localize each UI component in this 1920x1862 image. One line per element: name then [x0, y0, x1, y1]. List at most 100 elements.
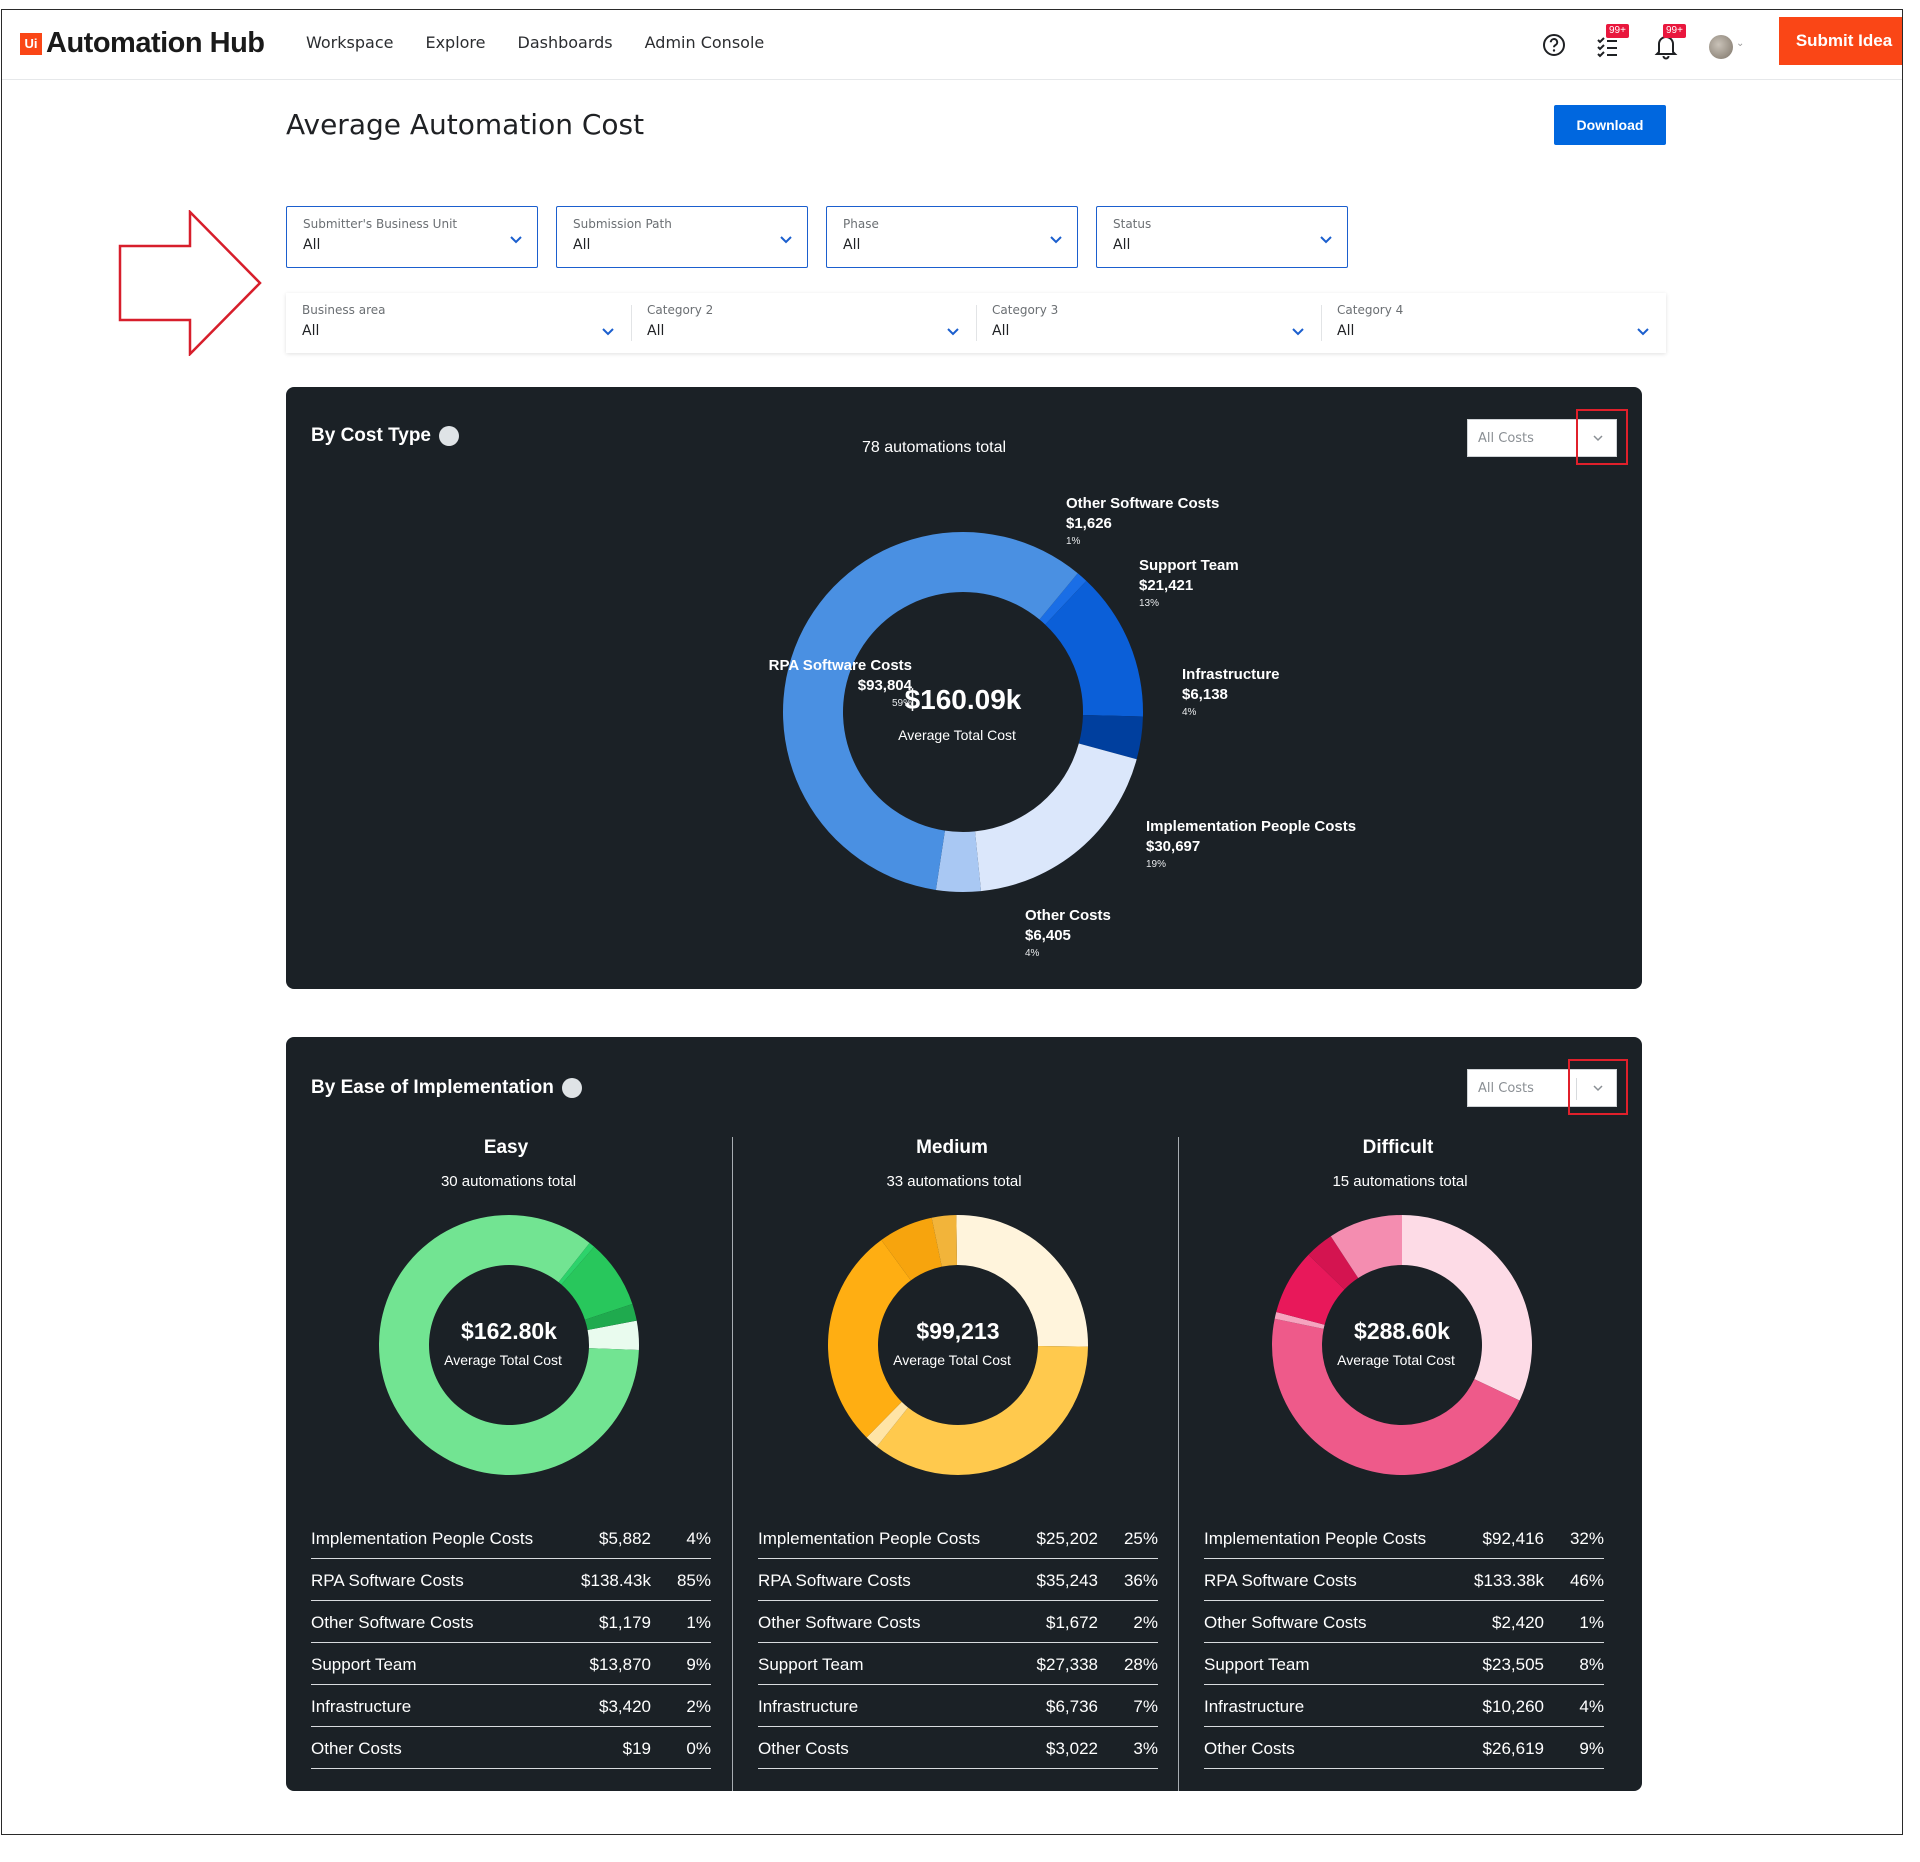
- bell-icon[interactable]: 99+: [1649, 24, 1686, 62]
- filter-status[interactable]: Status All: [1096, 206, 1348, 268]
- filter-label: Business area: [302, 303, 386, 317]
- cost-value: $5,882: [599, 1529, 651, 1548]
- app-window: Ui Automation Hub Workspace Explore Dash…: [1, 9, 1903, 1835]
- automations-total: 78 automations total: [861, 439, 1007, 456]
- cost-name: Implementation People Costs: [1204, 1529, 1427, 1548]
- table-row: Implementation People Costs $5,882 4%: [311, 1517, 711, 1559]
- cost-percent: 25%: [1123, 1529, 1158, 1548]
- cost-percent: 8%: [1579, 1655, 1604, 1674]
- cost-value: $10,260: [1482, 1697, 1544, 1716]
- cost-percent: 85%: [676, 1571, 711, 1590]
- chevron-down-icon: [1050, 236, 1062, 244]
- slice-label-name: RPA Software Costs: [768, 657, 912, 674]
- cost-name: RPA Software Costs: [1204, 1571, 1357, 1590]
- cost-name: Other Software Costs: [1204, 1613, 1367, 1632]
- nav-workspace[interactable]: Workspace: [306, 33, 393, 52]
- column-title: Easy: [483, 1137, 529, 1158]
- avatar[interactable]: [1709, 35, 1733, 59]
- cost-name: Infrastructure: [758, 1697, 859, 1716]
- chevron-down-icon: [1637, 328, 1649, 336]
- nav-explore[interactable]: Explore: [425, 33, 485, 52]
- table-row: RPA Software Costs $133.38k 46%: [1204, 1559, 1604, 1601]
- slice-label-value: $30,697: [1146, 838, 1201, 855]
- cost-value: $2,420: [1492, 1613, 1544, 1632]
- chevron-down-icon: [1292, 328, 1304, 336]
- cost-name: Implementation People Costs: [311, 1529, 534, 1548]
- donut-center-value: $162.80k: [461, 1318, 557, 1344]
- table-row: Implementation People Costs $92,416 32%: [1204, 1517, 1604, 1559]
- slice-label-percent: 13%: [1139, 598, 1160, 609]
- cost-value: $92,416: [1482, 1529, 1544, 1548]
- cost-percent: 1%: [686, 1613, 711, 1632]
- slice-label-value: $6,138: [1182, 686, 1228, 703]
- download-button[interactable]: Download: [1554, 105, 1666, 145]
- filter-business-area[interactable]: Business area All: [286, 293, 631, 353]
- automations-total: 30 automations total: [440, 1173, 577, 1190]
- cost-percent: 0%: [686, 1739, 711, 1758]
- slice-label: RPA Software Costs $93,804 59%: [712, 657, 912, 709]
- easy-donut-chart: $162.80k Average Total Cost: [378, 1215, 639, 1475]
- filter-label: Submission Path: [573, 217, 672, 231]
- filter-category-4[interactable]: Category 4 All: [1321, 293, 1666, 353]
- donut-svg: $99,213 Average Total Cost: [828, 1215, 1088, 1475]
- annotation-arrow-icon: [118, 210, 262, 356]
- table-row: Support Team $23,505 8%: [1204, 1643, 1604, 1685]
- cost-name: Other Costs: [758, 1739, 849, 1758]
- tasks-badge: 99+: [1606, 24, 1629, 38]
- donut-center-caption: Average Total Cost: [893, 1352, 1011, 1368]
- table-row: Other Costs $3,022 3%: [758, 1727, 1158, 1769]
- ease-column-medium: Medium 33 automations total $99,213 Avera…: [732, 1037, 1178, 1791]
- cost-value: $133.38k: [1474, 1571, 1544, 1590]
- cost-name: Support Team: [311, 1655, 417, 1674]
- slice-label: Other Costs $6,405 4%: [1025, 907, 1111, 959]
- automations-total: 15 automations total: [1332, 1173, 1468, 1190]
- table-row: Infrastructure $3,420 2%: [311, 1685, 711, 1727]
- cost-name: RPA Software Costs: [758, 1571, 911, 1590]
- ease-column-difficult: Difficult 15 automations total $288.60k A…: [1178, 1037, 1624, 1791]
- donut-slice-implementation-people-costs[interactable]: [1402, 1215, 1532, 1401]
- ease-column-easy: Easy 30 automations total $162.80k Averag…: [286, 1037, 732, 1791]
- slice-label-percent: 1%: [1066, 536, 1081, 547]
- nav-admin-console[interactable]: Admin Console: [645, 33, 765, 52]
- task-list-icon[interactable]: 99+: [1592, 24, 1629, 62]
- filter-value: All: [647, 323, 665, 339]
- submit-idea-button[interactable]: Submit Idea: [1779, 17, 1902, 65]
- difficult-donut-chart: $288.60k Average Total Cost: [1272, 1215, 1532, 1475]
- donut-center-value: $160.09k: [905, 684, 1022, 715]
- filter-value: All: [992, 323, 1010, 339]
- filter-label: Status: [1113, 217, 1152, 231]
- difficult-cost-table: Implementation People Costs $92,416 32% RPA…: [1204, 1517, 1604, 1769]
- cost-value: $138.43k: [581, 1571, 651, 1590]
- filter-submission-path[interactable]: Submission Path All: [556, 206, 808, 268]
- cost-percent: 36%: [1123, 1571, 1158, 1590]
- app-logo[interactable]: Ui Automation Hub: [20, 27, 265, 60]
- cost-percent: 2%: [1133, 1613, 1158, 1632]
- cost-value: $1,672: [1046, 1613, 1098, 1632]
- filter-value: All: [843, 237, 861, 253]
- donut-slice-implementation-people-costs[interactable]: [975, 743, 1137, 892]
- table-row: Other Software Costs $2,420 1%: [1204, 1601, 1604, 1643]
- nav-dashboards[interactable]: Dashboards: [518, 33, 613, 52]
- slice-label-percent: 19%: [1146, 859, 1167, 870]
- filter-phase[interactable]: Phase All: [826, 206, 1078, 268]
- chevron-down-icon: [1320, 236, 1332, 244]
- table-row: Other Software Costs $1,672 2%: [758, 1601, 1158, 1643]
- medium-cost-table: Implementation People Costs $25,202 25% RPA…: [758, 1517, 1158, 1769]
- chevron-down-icon[interactable]: ⌄: [1736, 38, 1744, 49]
- cost-percent: 32%: [1569, 1529, 1604, 1548]
- filter-label: Category 3: [992, 303, 1059, 317]
- ease-of-implementation-panel: By Ease of Implementation All Costs Easy…: [286, 1037, 1642, 1791]
- cost-percent: 46%: [1569, 1571, 1604, 1590]
- filter-category-3[interactable]: Category 3 All: [976, 293, 1321, 353]
- main-nav: Workspace Explore Dashboards Admin Conso…: [306, 33, 764, 52]
- cost-percent: 7%: [1133, 1697, 1158, 1716]
- slice-label-percent: 4%: [1182, 707, 1197, 718]
- help-circle-icon[interactable]: [1537, 28, 1571, 62]
- secondary-filter-bar: Business area All Category 2 All Categor…: [286, 293, 1666, 353]
- annotation-highlight-box: [1576, 409, 1628, 465]
- filter-category-2[interactable]: Category 2 All: [631, 293, 976, 353]
- cost-value: $27,338: [1036, 1655, 1098, 1674]
- cost-value: $23,505: [1482, 1655, 1544, 1674]
- filter-business-unit[interactable]: Submitter's Business Unit All: [286, 206, 538, 268]
- donut-center-caption: Average Total Cost: [444, 1352, 562, 1368]
